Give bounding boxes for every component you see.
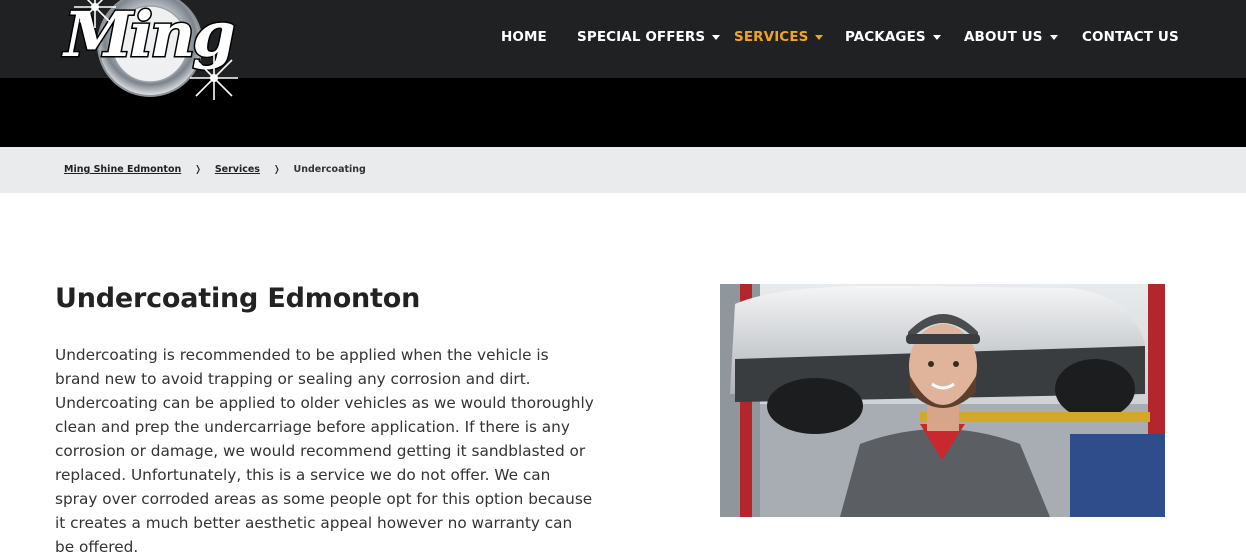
breadcrumb-separator: ❭ bbox=[272, 164, 281, 175]
breadcrumb-bar: Ming Shine Edmonton ❭ Services ❭ Underco… bbox=[0, 147, 1246, 193]
nav-contact-us-label: CONTACT US bbox=[1082, 29, 1179, 45]
caret-down-icon bbox=[1049, 35, 1058, 40]
nav-packages-label: PACKAGES bbox=[845, 29, 926, 45]
breadcrumb: Ming Shine Edmonton ❭ Services ❭ Underco… bbox=[64, 164, 366, 175]
breadcrumb-current: Undercoating bbox=[293, 164, 366, 175]
nav-special-offers-label: SPECIAL OFFERS bbox=[577, 29, 706, 45]
nav-packages[interactable]: PACKAGES bbox=[845, 29, 941, 45]
breadcrumb-separator: ❭ bbox=[194, 164, 202, 175]
nav-services-label: SERVICES bbox=[734, 29, 809, 45]
nav-about-us[interactable]: ABOUT US bbox=[964, 29, 1058, 45]
mechanic-photo bbox=[720, 284, 1165, 517]
body-paragraph: Undercoating is recommended to be applie… bbox=[55, 346, 594, 556]
caret-down-icon bbox=[932, 35, 941, 40]
breadcrumb-home-link[interactable]: Ming Shine Edmonton bbox=[64, 164, 181, 175]
nav-home-label: HOME bbox=[501, 29, 547, 45]
nav-special-offers[interactable]: SPECIAL OFFERS bbox=[577, 29, 721, 45]
nav-about-us-label: ABOUT US bbox=[964, 29, 1043, 45]
nav-services[interactable]: SERVICES bbox=[734, 29, 824, 45]
page-title: Undercoating Edmonton bbox=[55, 283, 421, 314]
caret-down-icon bbox=[712, 35, 721, 40]
breadcrumb-services-link[interactable]: Services bbox=[215, 164, 260, 175]
nav-home[interactable]: HOME bbox=[501, 29, 547, 45]
ming-logo[interactable]: Ming bbox=[58, 0, 243, 102]
caret-down-icon bbox=[815, 35, 824, 40]
nav-contact-us[interactable]: CONTACT US bbox=[1082, 29, 1179, 45]
main-nav: HOME SPECIAL OFFERS SERVICES PACKAGES AB… bbox=[0, 29, 1246, 49]
